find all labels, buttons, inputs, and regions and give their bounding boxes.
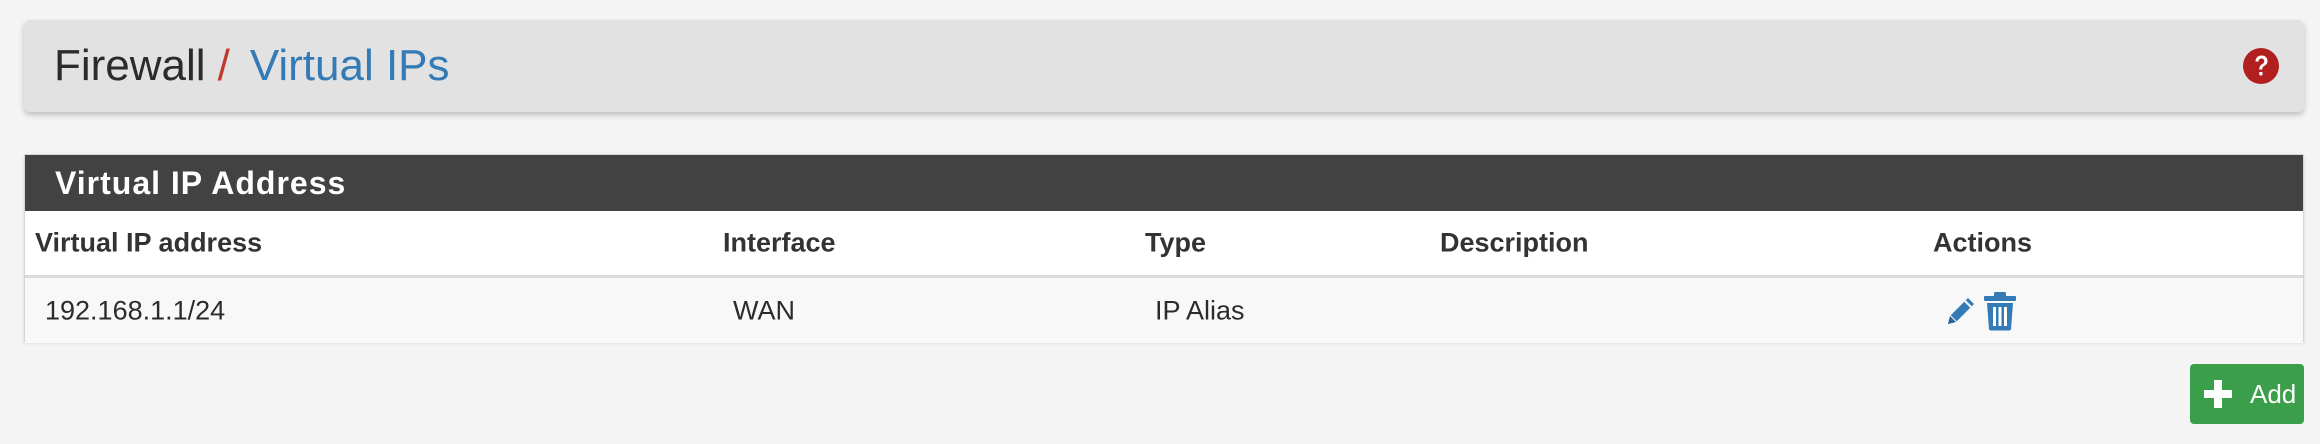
table-row[interactable]: 192.168.1.1/24 WAN IP Alias — [25, 278, 2303, 343]
breadcrumb-root[interactable]: Firewall — [54, 41, 206, 91]
virtual-ip-panel: Virtual IP Address Virtual IP address In… — [24, 154, 2304, 343]
cell-type: IP Alias — [1155, 295, 1245, 325]
column-header-actions: Actions — [1933, 227, 2033, 258]
table-header: Virtual IP address Interface Type Descri… — [25, 211, 2303, 278]
breadcrumb: Firewall / Virtual IPs — [24, 20, 2304, 112]
plus-icon — [2204, 380, 2232, 408]
breadcrumb-current[interactable]: Virtual IPs — [250, 41, 450, 91]
add-button-label: Add — [2250, 378, 2297, 409]
column-header-address[interactable]: Virtual IP address — [35, 228, 262, 259]
trash-icon[interactable] — [1983, 291, 2017, 331]
panel-title: Virtual IP Address — [25, 155, 2303, 211]
add-button[interactable]: Add — [2190, 364, 2304, 424]
question-circle-icon[interactable] — [2242, 47, 2280, 85]
column-header-description[interactable]: Description — [1440, 228, 1589, 259]
breadcrumb-separator: / — [217, 41, 230, 90]
pencil-icon[interactable] — [1942, 292, 1980, 330]
cell-address: 192.168.1.1/24 — [45, 295, 226, 325]
column-header-interface[interactable]: Interface — [723, 228, 836, 259]
cell-interface: WAN — [733, 295, 795, 325]
column-header-type[interactable]: Type — [1145, 228, 1206, 259]
